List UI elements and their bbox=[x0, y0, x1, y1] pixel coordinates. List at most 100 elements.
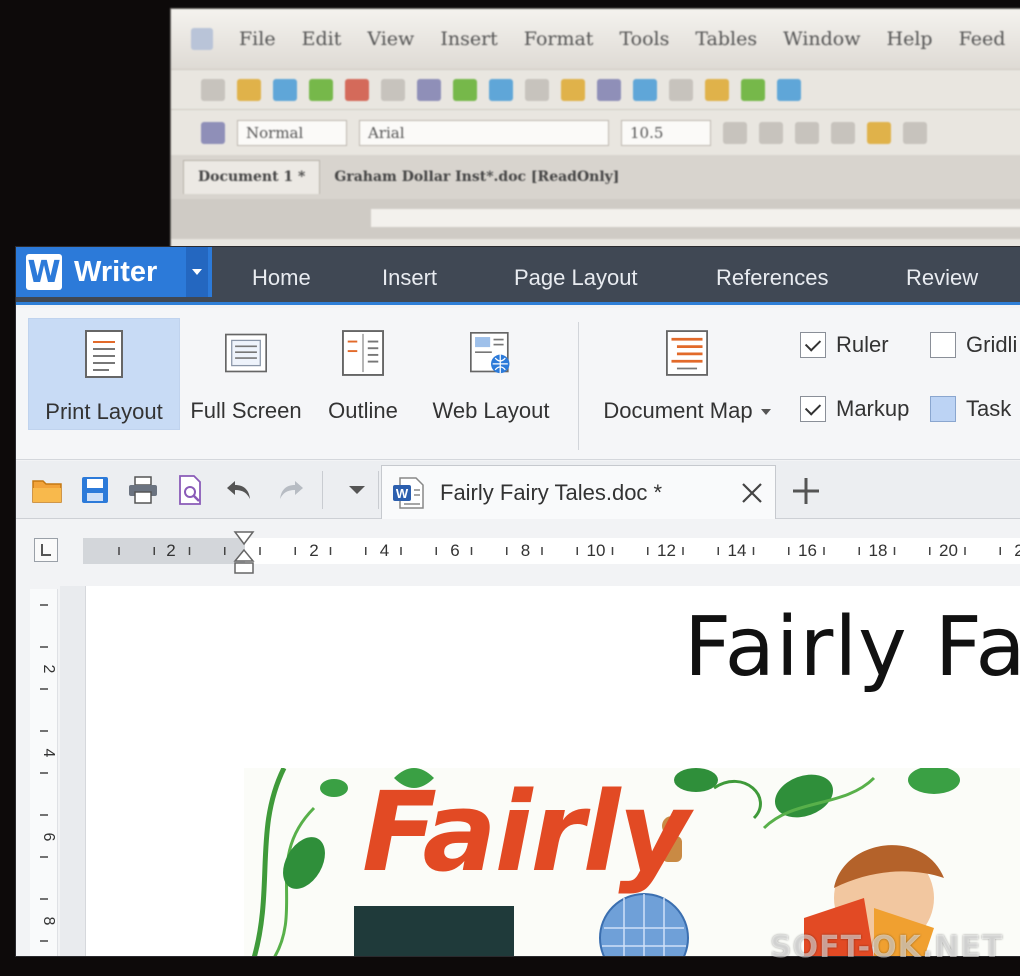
bg-menu-item[interactable]: Tools bbox=[619, 28, 669, 50]
bg-menu-item[interactable]: Edit bbox=[302, 28, 342, 50]
bg-undo-icon[interactable] bbox=[633, 78, 657, 101]
tab-home[interactable]: Home bbox=[252, 247, 311, 305]
web-layout-label: Web Layout bbox=[432, 398, 550, 423]
bg-app-icon bbox=[191, 28, 213, 50]
bg-pdf-icon[interactable] bbox=[345, 78, 369, 101]
app-menu-dropdown-icon[interactable] bbox=[186, 247, 208, 297]
document-tab[interactable]: W Fairly Fairy Tales.doc * bbox=[381, 465, 776, 519]
close-icon[interactable] bbox=[739, 480, 765, 506]
bg-cut-icon[interactable] bbox=[489, 78, 513, 101]
document-canvas: Fairly Fai Fairly bbox=[60, 586, 1020, 956]
bg-new-icon[interactable] bbox=[201, 78, 225, 101]
print-layout-label: Print Layout bbox=[45, 399, 163, 424]
bg-italic-icon[interactable] bbox=[759, 121, 783, 144]
ruler-label: 14 bbox=[728, 541, 747, 560]
vertical-ruler-label: 4 bbox=[40, 749, 57, 758]
undo-icon[interactable] bbox=[224, 475, 254, 505]
ruler-label: 10 bbox=[587, 541, 606, 560]
web-layout-button[interactable]: Web Layout bbox=[418, 318, 564, 430]
gridlines-checkbox[interactable]: Gridli bbox=[930, 332, 1017, 358]
horizontal-ruler-area: 2 2 4 6 8 10 12 14 16 18 20 2 bbox=[16, 520, 1020, 586]
save-icon[interactable] bbox=[80, 475, 110, 505]
checkbox-unchecked-icon[interactable] bbox=[930, 396, 956, 422]
markup-checkbox[interactable]: Markup bbox=[800, 396, 909, 422]
horizontal-ruler[interactable]: 2 2 4 6 8 10 12 14 16 18 20 2 bbox=[83, 538, 1020, 564]
ruler-label: 18 bbox=[869, 541, 888, 560]
document-map-icon bbox=[666, 328, 708, 378]
bg-doc-tab-2[interactable]: Graham Dollar Inst*.doc [ReadOnly] bbox=[334, 169, 619, 185]
ruler-label: 4 bbox=[380, 541, 389, 560]
bg-size-combo[interactable]: 10.5 bbox=[621, 119, 711, 146]
bg-redo-icon[interactable] bbox=[669, 78, 693, 101]
ruler-label: 2 bbox=[166, 541, 175, 560]
web-layout-icon bbox=[470, 328, 512, 378]
tab-references[interactable]: References bbox=[716, 247, 829, 305]
indent-marker-icon[interactable] bbox=[232, 530, 256, 578]
document-page[interactable]: Fairly Fai Fairly bbox=[86, 586, 1020, 956]
toolbar-separator bbox=[322, 471, 323, 509]
checkbox-unchecked-icon[interactable] bbox=[930, 332, 956, 358]
bg-menu-item[interactable]: File bbox=[239, 28, 276, 50]
vertical-ruler-label: 2 bbox=[40, 665, 57, 674]
checkbox-checked-icon[interactable] bbox=[800, 332, 826, 358]
bg-save-icon[interactable] bbox=[273, 78, 297, 101]
new-tab-plus-icon[interactable] bbox=[790, 475, 822, 507]
vertical-ruler[interactable]: 2 4 6 8 bbox=[30, 589, 58, 956]
bg-image-icon[interactable] bbox=[777, 78, 801, 101]
customize-toolbar-dropdown-icon[interactable] bbox=[342, 475, 372, 505]
chevron-down-icon[interactable] bbox=[760, 409, 771, 416]
tab-insert[interactable]: Insert bbox=[382, 247, 437, 305]
bg-brush-icon[interactable] bbox=[597, 78, 621, 101]
bg-align-icon[interactable] bbox=[903, 121, 927, 144]
cover-illustration[interactable]: Fairly bbox=[244, 768, 1020, 956]
bg-menu-item[interactable]: Help bbox=[887, 28, 933, 50]
bg-menu-item[interactable]: Feed bbox=[959, 28, 1006, 50]
tab-stop-selector-icon[interactable] bbox=[34, 538, 58, 562]
document-map-button[interactable]: Document Map bbox=[594, 318, 780, 430]
ruler-checkbox-label: Ruler bbox=[836, 332, 889, 357]
writer-app-menu-button[interactable]: W Writer bbox=[16, 247, 212, 297]
print-icon[interactable] bbox=[128, 475, 158, 505]
bg-menu-item[interactable]: Insert bbox=[440, 28, 497, 50]
bg-spell-icon[interactable] bbox=[453, 78, 477, 101]
bg-menu-item[interactable]: Format bbox=[524, 28, 594, 50]
checkbox-checked-icon[interactable] bbox=[800, 396, 826, 422]
full-screen-button[interactable]: Full Screen bbox=[184, 318, 308, 430]
bg-preview-icon[interactable] bbox=[417, 78, 441, 101]
bg-style-combo[interactable]: Normal bbox=[237, 119, 347, 146]
outline-label: Outline bbox=[328, 398, 398, 423]
bg-ruler bbox=[171, 199, 1020, 239]
ribbon-view-panel: Print Layout Full Screen Outline Web Lay… bbox=[16, 308, 1020, 460]
bg-bold-icon[interactable] bbox=[723, 121, 747, 144]
bg-menu-item[interactable]: Tables bbox=[695, 28, 757, 50]
task-pane-checkbox[interactable]: Task bbox=[930, 396, 1011, 422]
bg-table-icon[interactable] bbox=[705, 78, 729, 101]
bg-copy-icon[interactable] bbox=[525, 78, 549, 101]
redo-icon[interactable] bbox=[276, 475, 306, 505]
bg-chart-icon[interactable] bbox=[741, 78, 765, 101]
bg-highlight-icon[interactable] bbox=[867, 121, 891, 144]
task-pane-checkbox-label: Task bbox=[966, 396, 1012, 421]
bg-menu-item[interactable]: Window bbox=[783, 28, 860, 50]
outline-button[interactable]: Outline bbox=[322, 318, 404, 430]
open-folder-icon[interactable] bbox=[32, 475, 62, 505]
bg-paste-icon[interactable] bbox=[561, 78, 585, 101]
gridlines-checkbox-label: Gridli bbox=[966, 332, 1018, 357]
bg-print-icon[interactable] bbox=[381, 78, 405, 101]
bg-font-combo[interactable]: Arial bbox=[359, 119, 609, 146]
word-document-icon: W bbox=[392, 476, 426, 510]
bg-export-icon[interactable] bbox=[309, 78, 333, 101]
bg-strike-icon[interactable] bbox=[831, 121, 855, 144]
ribbon-separator bbox=[578, 322, 579, 450]
ruler-checkbox[interactable]: Ruler bbox=[800, 332, 889, 358]
tab-review[interactable]: Review bbox=[906, 247, 978, 305]
tab-page-layout[interactable]: Page Layout bbox=[514, 247, 638, 305]
bg-open-icon[interactable] bbox=[237, 78, 261, 101]
print-layout-button[interactable]: Print Layout bbox=[28, 318, 180, 430]
quick-access-bar: W Fairly Fairy Tales.doc * bbox=[16, 461, 1020, 519]
bg-doc-tab[interactable]: Document 1 * bbox=[183, 160, 321, 194]
print-preview-icon[interactable] bbox=[176, 475, 206, 505]
vertical-ruler-ticks: 2 4 6 8 bbox=[40, 604, 57, 942]
bg-underline-icon[interactable] bbox=[795, 121, 819, 144]
bg-menu-item[interactable]: View bbox=[367, 28, 414, 50]
